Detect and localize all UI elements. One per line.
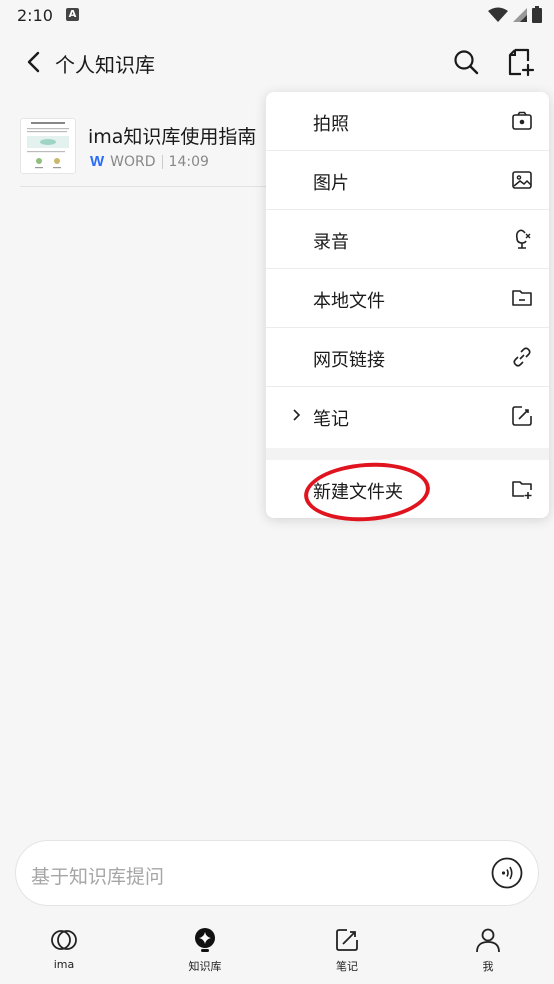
ima-logo-icon	[51, 930, 77, 950]
add-content-menu: 拍照 图片 录音 本地文件 网页链接 笔记 新建文件夹	[266, 92, 549, 518]
page-title: 个人知识库	[55, 53, 155, 77]
folder-file-icon	[512, 290, 532, 306]
add-file-icon[interactable]	[506, 47, 536, 77]
signal-icon	[513, 7, 527, 22]
menu-item-camera[interactable]: 拍照	[266, 92, 549, 151]
menu-item-label: 笔记	[313, 409, 349, 430]
menu-item-label: 本地文件	[313, 291, 385, 312]
menu-item-local-file[interactable]: 本地文件	[266, 269, 549, 328]
chevron-right-icon	[293, 409, 301, 421]
ask-input-bar[interactable]: 基于知识库提问	[15, 840, 539, 906]
system-icons	[488, 6, 542, 23]
document-thumbnail	[20, 118, 76, 174]
camera-icon	[512, 111, 532, 130]
notification-icon: A	[66, 8, 79, 21]
note-icon	[336, 929, 358, 951]
microphone-icon	[515, 229, 531, 249]
tab-label: 我	[482, 960, 494, 973]
menu-item-label: 拍照	[313, 114, 349, 135]
wifi-icon	[488, 7, 508, 22]
tab-notes[interactable]: 笔记	[307, 926, 387, 976]
document-type: WORD	[110, 153, 156, 170]
menu-item-web-link[interactable]: 网页链接	[266, 328, 549, 387]
tab-knowledge-base[interactable]: 知识库	[165, 926, 245, 976]
document-meta: W WORD 14:09	[90, 153, 209, 170]
top-bar: 个人知识库	[0, 32, 554, 92]
menu-item-label: 图片	[313, 173, 349, 194]
battery-icon	[532, 6, 542, 23]
menu-item-label: 网页链接	[313, 350, 385, 371]
tab-me[interactable]: 我	[448, 926, 528, 976]
new-folder-icon	[512, 481, 532, 499]
back-arrow-icon[interactable]	[20, 48, 48, 76]
document-title: ima知识库使用指南	[88, 126, 257, 148]
tab-ima[interactable]: ima	[24, 926, 104, 976]
ask-input-placeholder: 基于知识库提问	[31, 866, 165, 888]
tab-label: 笔记	[336, 960, 358, 973]
bottom-tab-bar: ima 知识库 笔记 我	[0, 920, 554, 984]
status-bar: 2:10 A	[0, 0, 554, 32]
menu-item-image[interactable]: 图片	[266, 151, 549, 210]
status-time: 2:10	[17, 6, 53, 25]
document-time: 14:09	[168, 153, 209, 170]
meta-separator	[161, 154, 163, 169]
menu-item-note[interactable]: 笔记	[266, 387, 549, 446]
search-icon[interactable]	[452, 48, 480, 76]
image-icon	[512, 171, 532, 189]
menu-item-recording[interactable]: 录音	[266, 210, 549, 269]
list-divider	[20, 186, 280, 187]
knowledge-base-icon	[195, 928, 215, 952]
note-edit-icon	[512, 406, 532, 426]
menu-section-gap	[266, 448, 549, 460]
menu-item-label: 录音	[313, 232, 349, 253]
link-icon	[513, 347, 531, 367]
tab-label: 知识库	[188, 960, 222, 973]
voice-input-icon[interactable]	[491, 857, 523, 889]
word-icon: W	[90, 153, 105, 170]
tab-label: ima	[53, 958, 75, 971]
profile-icon	[476, 928, 500, 953]
